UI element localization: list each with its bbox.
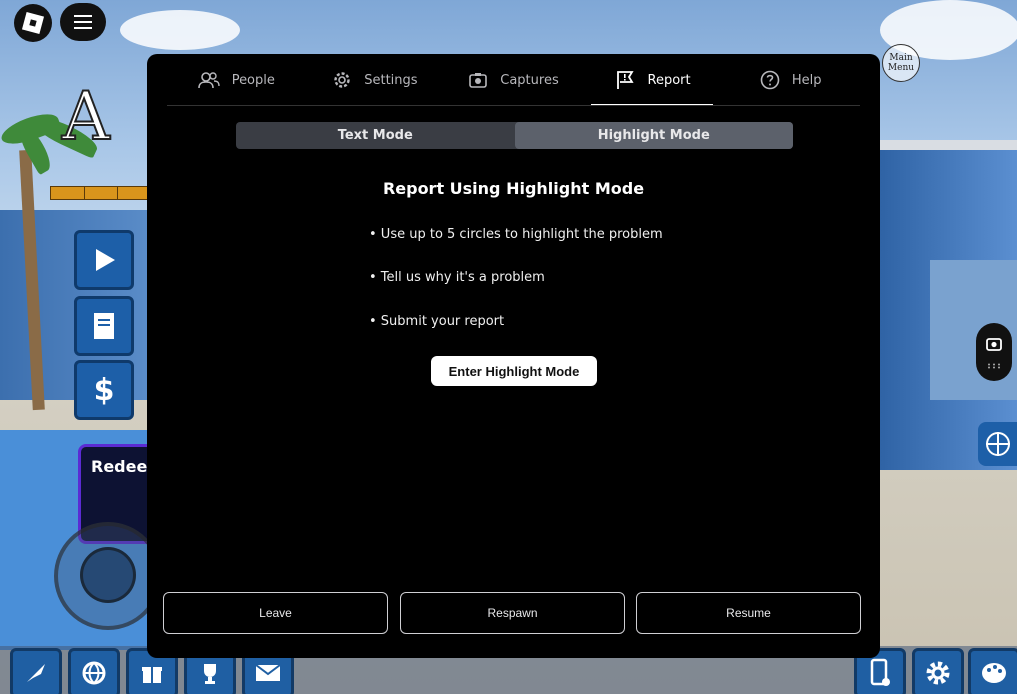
roblox-logo-button[interactable] (14, 4, 52, 42)
capture-pill[interactable] (976, 323, 1012, 381)
instruction-item: • Tell us why it's a problem (369, 270, 545, 285)
tab-settings-label: Settings (364, 72, 418, 88)
leave-button[interactable]: Leave (163, 592, 388, 634)
tab-people[interactable]: People (167, 54, 306, 106)
tab-people-label: People (231, 72, 275, 88)
people-icon (197, 72, 220, 89)
health-bar (50, 186, 152, 200)
highlight-mode-button[interactable]: Highlight Mode (514, 122, 793, 149)
instruction-item: • Use up to 5 circles to highlight the p… (369, 227, 663, 242)
drag-handle-icon[interactable] (987, 363, 1001, 369)
report-title: Report Using Highlight Mode (382, 179, 645, 198)
play-button[interactable] (74, 230, 134, 290)
crosshair-icon (986, 432, 1010, 456)
report-mode-toggle: Text Mode Highlight Mode (236, 122, 793, 149)
tab-help-label: Help (791, 72, 822, 88)
menu-tabs: People Settings Captures Report Help (167, 54, 860, 106)
resume-button[interactable]: Resume (636, 592, 861, 634)
cloud (120, 10, 240, 50)
joystick-thumb[interactable] (80, 547, 136, 603)
help-icon (760, 70, 780, 90)
gear-icon (334, 72, 350, 88)
respawn-button[interactable]: Respawn (400, 592, 625, 634)
hamburger-menu-icon (74, 15, 92, 17)
tab-settings[interactable]: Settings (306, 54, 445, 106)
gear-button[interactable] (912, 648, 964, 694)
rocket-button[interactable] (10, 648, 62, 694)
tab-captures[interactable]: Captures (444, 54, 583, 106)
hamburger-menu-button[interactable] (60, 3, 106, 41)
globe-button[interactable] (68, 648, 120, 694)
shop-dollar-button[interactable]: $ (74, 360, 134, 420)
instruction-item: • Submit your report (369, 314, 505, 329)
tab-captures-label: Captures (500, 72, 559, 88)
tab-report-label: Report (647, 72, 691, 88)
flag-icon (616, 71, 634, 89)
notes-button[interactable] (74, 296, 134, 356)
tab-help[interactable]: Help (721, 54, 860, 106)
tab-report[interactable]: Report (583, 54, 722, 106)
crosshair-button[interactable] (978, 422, 1017, 466)
palette-button[interactable] (968, 648, 1017, 694)
roblox-logo-icon (21, 11, 45, 35)
screenshot-icon[interactable] (985, 335, 1003, 353)
enter-highlight-mode-button[interactable]: Enter Highlight Mode (431, 356, 597, 386)
tabs-divider (167, 105, 860, 106)
main-menu-badge[interactable]: Main Menu (882, 44, 920, 82)
escape-menu-panel: People Settings Captures Report Help Tex… (147, 54, 880, 658)
text-mode-button[interactable]: Text Mode (236, 122, 515, 149)
camera-icon (469, 73, 488, 88)
